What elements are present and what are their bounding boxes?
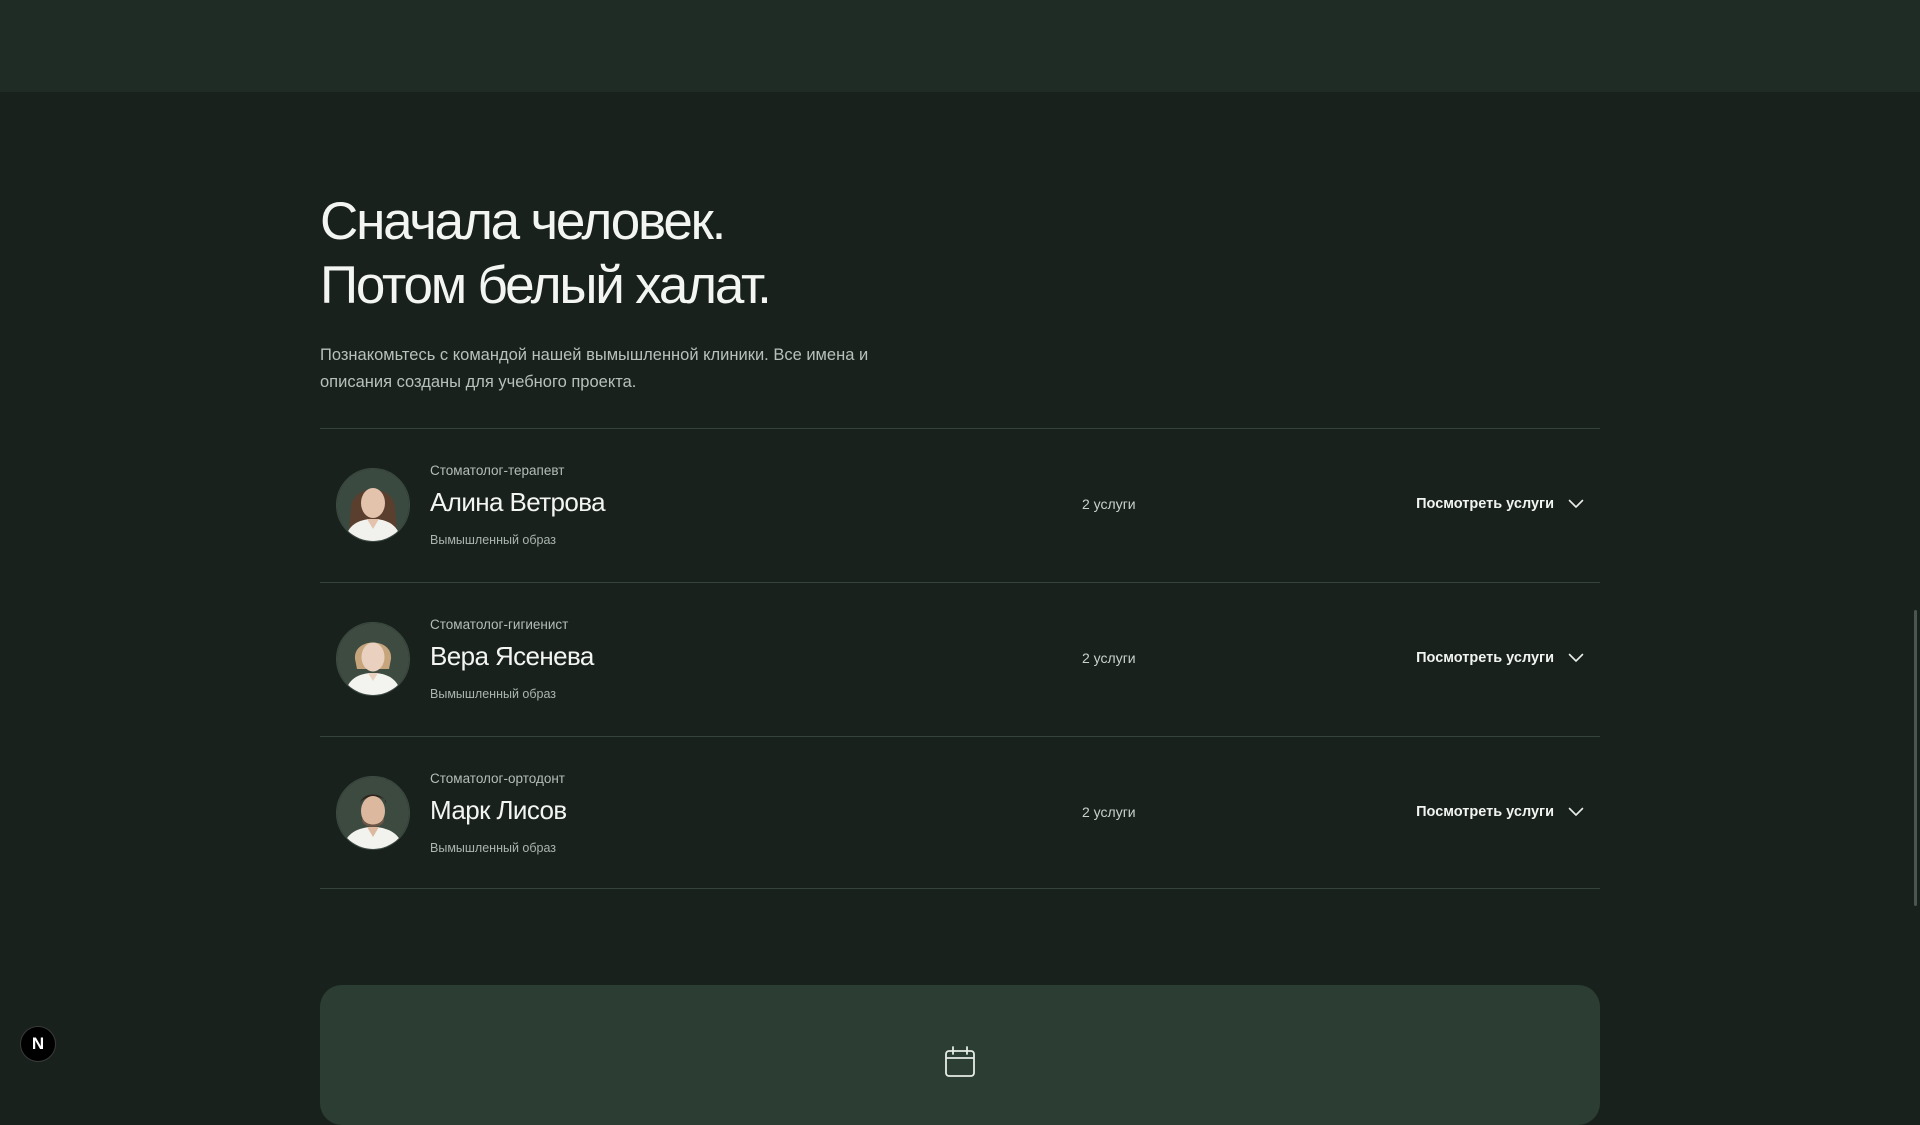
doctor-row: Стоматолог-гигиенист Вера Ясенева Вымышл…	[320, 583, 1600, 737]
doctor-role: Стоматолог-ортодонт	[430, 771, 565, 786]
view-services-label: Посмотреть услуги	[1416, 804, 1554, 820]
view-services-label: Посмотреть услуги	[1416, 496, 1554, 512]
booking-card	[320, 985, 1600, 1125]
services-count: 2 услуги	[1082, 650, 1136, 666]
doctor-avatar	[336, 468, 410, 542]
scrollbar-thumb[interactable]	[1914, 610, 1917, 906]
doctor-role: Стоматолог-терапевт	[430, 463, 565, 478]
doctor-name: Алина Ветрова	[430, 487, 606, 517]
section-heading: Сначала человек. Потом белый халат.	[320, 190, 1600, 318]
badge-letter: N	[31, 1034, 45, 1053]
heading-line-2: Потом белый халат.	[320, 256, 772, 315]
doctor-avatar	[336, 622, 410, 696]
chevron-down-icon	[1568, 653, 1584, 662]
view-services-button[interactable]: Посмотреть услуги	[1416, 646, 1584, 670]
portrait-woman-icon	[337, 469, 409, 541]
portrait-woman-icon	[337, 623, 409, 695]
doctor-list: Стоматолог-терапевт Алина Ветрова Вымышл…	[320, 428, 1600, 889]
view-services-button[interactable]: Посмотреть услуги	[1416, 800, 1584, 824]
section-intro: Познакомьтесь с командой нашей вымышленн…	[320, 346, 869, 391]
doctor-avatar	[336, 776, 410, 850]
nextjs-logo-icon[interactable]: N	[20, 1026, 56, 1062]
view-services-label: Посмотреть услуги	[1416, 650, 1554, 666]
doctor-row: Стоматолог-терапевт Алина Ветрова Вымышл…	[320, 429, 1600, 583]
doctor-row: Стоматолог-ортодонт Марк Лисов Вымышленн…	[320, 737, 1600, 889]
calendar-icon	[945, 1046, 975, 1077]
team-section: Сначала человек. Потом белый халат. Позн…	[320, 92, 1600, 889]
doctor-note: Вымышленный образ	[430, 533, 557, 547]
heading-line-1: Сначала человек.	[320, 192, 726, 251]
doctor-note: Вымышленный образ	[430, 687, 557, 701]
services-count: 2 услуги	[1082, 804, 1136, 820]
view-services-button[interactable]: Посмотреть услуги	[1416, 492, 1584, 516]
services-count: 2 услуги	[1082, 496, 1136, 512]
portrait-man-icon	[337, 777, 409, 849]
doctor-note: Вымышленный образ	[430, 841, 557, 855]
doctor-name: Марк Лисов	[430, 795, 567, 825]
chevron-down-icon	[1568, 807, 1584, 816]
doctor-role: Стоматолог-гигиенист	[430, 617, 569, 632]
doctor-name: Вера Ясенева	[430, 641, 594, 671]
top-band	[0, 0, 1920, 92]
chevron-down-icon	[1568, 499, 1584, 508]
